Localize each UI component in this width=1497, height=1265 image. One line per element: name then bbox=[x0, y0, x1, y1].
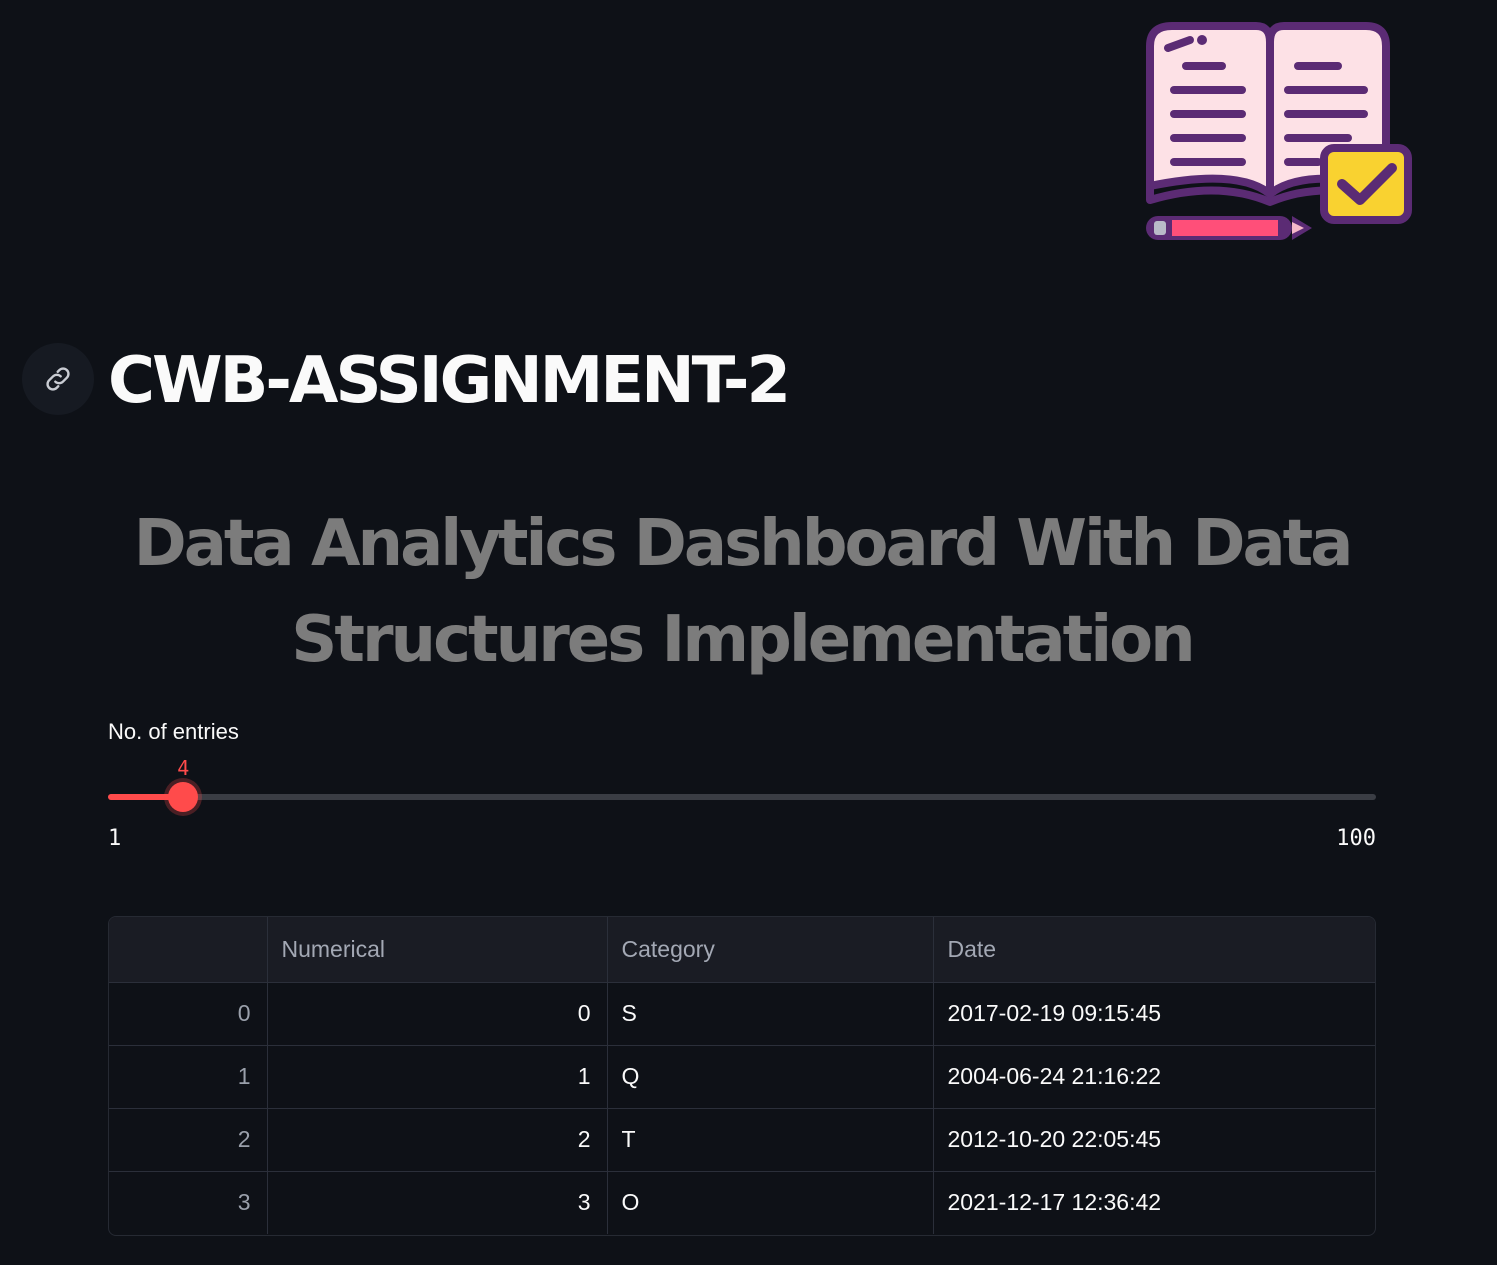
link-icon bbox=[46, 367, 70, 391]
table-row: 3 3 O 2021-12-17 12:36:42 bbox=[109, 1171, 1375, 1234]
category-cell[interactable]: T bbox=[607, 1108, 934, 1172]
numerical-cell[interactable]: 0 bbox=[267, 982, 608, 1046]
category-column-header[interactable]: Category bbox=[607, 917, 934, 983]
numerical-cell[interactable]: 2 bbox=[267, 1108, 608, 1172]
page-subtitle: Data Analytics Dashboard With Data Struc… bbox=[133, 507, 1354, 677]
row-index-cell[interactable]: 2 bbox=[109, 1108, 268, 1172]
slider-label: No. of entries bbox=[108, 719, 239, 744]
category-cell[interactable]: S bbox=[607, 982, 934, 1046]
table-row: 0 0 S 2017-02-19 09:15:45 bbox=[109, 982, 1375, 1046]
category-cell[interactable]: Q bbox=[607, 1045, 934, 1109]
numerical-cell[interactable]: 1 bbox=[267, 1045, 608, 1109]
slider-current-value: 4 bbox=[177, 756, 190, 780]
app-page: CWB-ASSIGNMENT-2 Data Analytics Dashboar… bbox=[0, 0, 1497, 1265]
slider-min-label: 1 bbox=[108, 826, 122, 851]
date-cell[interactable]: 2017-02-19 09:15:45 bbox=[933, 982, 1375, 1046]
numerical-cell[interactable]: 3 bbox=[267, 1171, 608, 1234]
entries-slider-thumb[interactable] bbox=[168, 782, 199, 812]
title-anchor-link-button[interactable] bbox=[22, 343, 94, 415]
category-cell[interactable]: O bbox=[607, 1171, 934, 1234]
table-row: 2 2 T 2012-10-20 22:05:45 bbox=[109, 1108, 1375, 1172]
slider-max-label: 100 bbox=[1336, 826, 1376, 851]
date-cell[interactable]: 2012-10-20 22:05:45 bbox=[933, 1108, 1375, 1172]
entries-slider-track[interactable] bbox=[108, 794, 1376, 800]
date-cell[interactable]: 2004-06-24 21:16:22 bbox=[933, 1045, 1375, 1109]
page-title: CWB-ASSIGNMENT-2 bbox=[108, 344, 791, 418]
row-index-cell[interactable]: 1 bbox=[109, 1045, 268, 1109]
table-row: 1 1 Q 2004-06-24 21:16:22 bbox=[109, 1045, 1375, 1109]
book-checkmark-logo-icon bbox=[1146, 22, 1412, 240]
numerical-column-header[interactable]: Numerical bbox=[267, 917, 608, 983]
row-index-cell[interactable]: 0 bbox=[109, 982, 268, 1046]
date-cell[interactable]: 2021-12-17 12:36:42 bbox=[933, 1171, 1375, 1234]
date-column-header[interactable]: Date bbox=[933, 917, 1375, 983]
row-index-cell[interactable]: 3 bbox=[109, 1171, 268, 1234]
table-header-row: Numerical Category Date bbox=[109, 917, 1375, 983]
dataframe-table[interactable]: Numerical Category Date 0 0 S 2017-02-19… bbox=[108, 916, 1376, 1236]
index-column-header[interactable] bbox=[109, 917, 268, 983]
